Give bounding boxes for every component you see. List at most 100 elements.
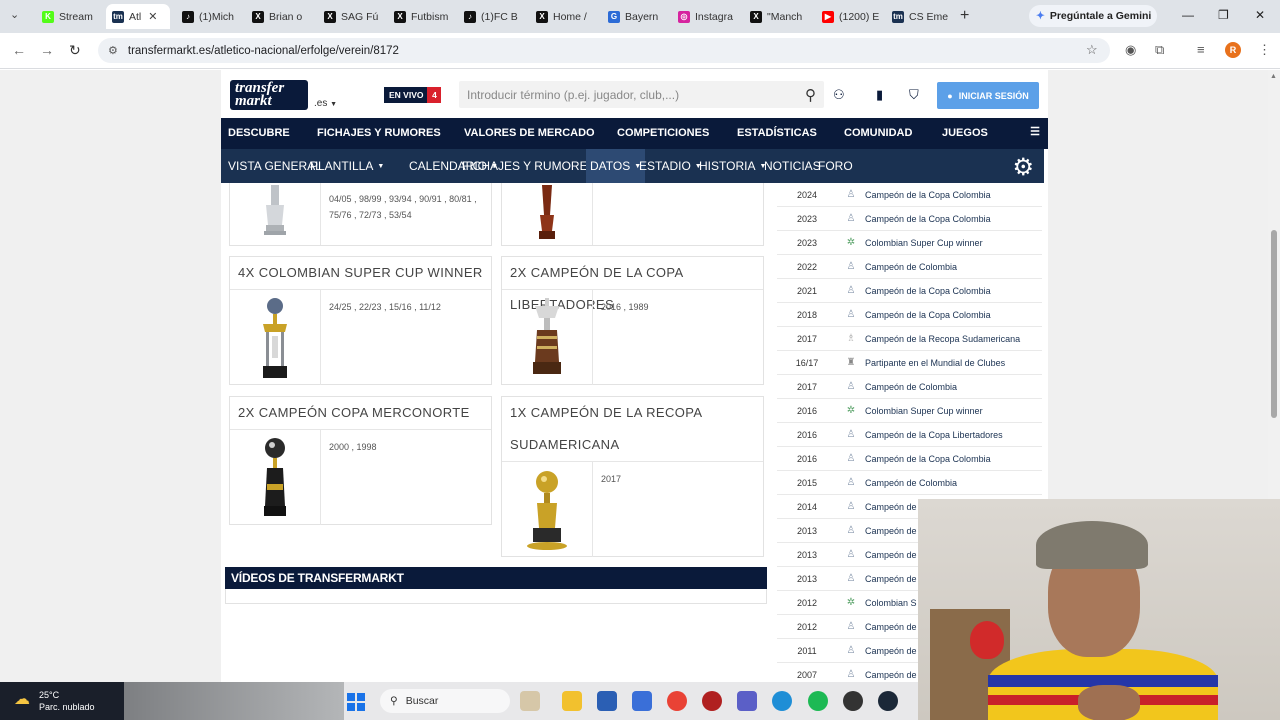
bookmark-icon[interactable]: ▮	[876, 87, 883, 103]
close-window-icon[interactable]: ✕	[1255, 8, 1265, 22]
sub-nav-item[interactable]: DATOS ▼	[586, 149, 646, 183]
teams-icon[interactable]	[737, 691, 757, 711]
scrollbar-thumb[interactable]	[1271, 230, 1277, 418]
new-tab-icon[interactable]: +	[960, 7, 969, 25]
edge-icon[interactable]	[772, 691, 792, 711]
bookmark-star-icon[interactable]: ☆	[1086, 42, 1098, 58]
honours-title-link[interactable]: Partipante en el Mundial de Clubes	[865, 358, 1005, 368]
honours-title-link[interactable]: Campeón de Colombia	[865, 262, 957, 272]
honours-title-link[interactable]: Campeón de la Copa Colombia	[865, 286, 991, 296]
honours-title-link[interactable]: Campeón de	[865, 550, 917, 560]
browser-tab[interactable]: ♪ (1)Mich	[176, 4, 242, 29]
honours-title-link[interactable]: Campeón de la Copa Colombia	[865, 190, 991, 200]
notepad-icon[interactable]	[632, 691, 652, 711]
honours-title-link[interactable]: Campeón de	[865, 574, 917, 584]
honours-row[interactable]: 2023 ✲ Colombian Super Cup winner	[777, 231, 1042, 255]
back-icon[interactable]: ←	[12, 42, 26, 58]
honours-title-link[interactable]: Campeón de la Copa Libertadores	[865, 430, 1003, 440]
honours-row[interactable]: 16/17 ♜ Partipante en el Mundial de Clubes	[777, 351, 1042, 375]
browser-tab[interactable]: X Futbism	[388, 4, 454, 29]
honours-row[interactable]: 2016 ♙ Campeón de la Copa Libertadores	[777, 423, 1042, 447]
taskbar-search[interactable]: ⚲ Buscar	[380, 689, 510, 713]
main-nav-item[interactable]: COMUNIDAD	[844, 127, 912, 139]
sub-nav-item[interactable]: HISTORIA ▼	[699, 159, 766, 173]
honours-title-link[interactable]: Colombian S	[865, 598, 917, 608]
browser-menu-icon[interactable]: ⋮	[1258, 42, 1271, 58]
word-icon[interactable]	[597, 691, 617, 711]
browser-tab[interactable]: tm CS Eme	[886, 4, 952, 29]
gear-icon[interactable]: ⚙	[1012, 153, 1034, 182]
sub-nav-item[interactable]: ESTADIO ▼	[639, 159, 702, 173]
honours-title-link[interactable]: Campeón de Colombia	[865, 382, 957, 392]
taskbar-widget-icon[interactable]	[520, 691, 540, 711]
sub-nav-item[interactable]: FORO	[818, 159, 853, 173]
honours-row[interactable]: 2022 ♙ Campeón de Colombia	[777, 255, 1042, 279]
chrome-icon[interactable]	[667, 691, 687, 711]
honours-title-link[interactable]: Colombian Super Cup winner	[865, 406, 983, 416]
honours-title-link[interactable]: Campeón de	[865, 622, 917, 632]
honours-title-link[interactable]: Campeón de la Recopa Sudamericana	[865, 334, 1020, 344]
sub-nav-item[interactable]: FICHAJES Y RUMORES▼	[462, 159, 607, 173]
player-search-icon[interactable]: ⚇	[833, 87, 845, 103]
hamburger-menu-icon[interactable]: ☰	[1030, 125, 1040, 138]
honours-row[interactable]: 2016 ♙ Campeón de la Copa Colombia	[777, 447, 1042, 471]
browser-tab[interactable]: X Brian o	[246, 4, 312, 29]
honours-row[interactable]: 2015 ♙ Campeón de Colombia	[777, 471, 1042, 495]
windows-start-icon[interactable]	[347, 693, 365, 711]
browser-tab[interactable]: ♪ (1)FC B	[458, 4, 524, 29]
main-nav-item[interactable]: COMPETICIONES	[617, 127, 709, 139]
honours-title-link[interactable]: Campeón de	[865, 526, 917, 536]
scroll-up-icon[interactable]: ▲	[1270, 73, 1277, 80]
forward-icon[interactable]: →	[40, 42, 54, 58]
login-button[interactable]: ● INICIAR SESIÓN	[937, 82, 1039, 109]
live-button[interactable]: EN VIVO 4	[384, 87, 442, 103]
search-input[interactable]: Introducir término (p.ej. jugador, club,…	[459, 81, 824, 108]
sub-nav-item[interactable]: NOTICIAS	[764, 159, 821, 173]
extension-icon[interactable]: ◉	[1125, 42, 1136, 58]
sub-nav-item[interactable]: VISTA GENERAL	[228, 159, 322, 173]
site-info-icon[interactable]: ⚙	[108, 44, 118, 57]
search-icon[interactable]: ⚲	[805, 86, 816, 104]
main-nav-item[interactable]: DESCUBRE	[228, 127, 290, 139]
address-bar[interactable]: ⚙ transfermarkt.es/atletico-nacional/erf…	[98, 38, 1110, 63]
browser-tab[interactable]: X Home /	[530, 4, 596, 29]
maximize-icon[interactable]: ❐	[1218, 8, 1229, 22]
app-icon[interactable]	[702, 691, 722, 711]
honours-row[interactable]: 2021 ♙ Campeón de la Copa Colombia	[777, 279, 1042, 303]
browser-tab[interactable]: tm Atl ✕	[106, 4, 170, 29]
main-nav-item[interactable]: JUEGOS	[942, 127, 988, 139]
main-nav-item[interactable]: FICHAJES Y RUMORES	[317, 127, 441, 139]
shield-icon[interactable]: ⛉	[909, 87, 919, 103]
media-controls-icon[interactable]: ≡	[1197, 42, 1205, 57]
browser-tab[interactable]: X "Manch	[744, 4, 810, 29]
main-nav-item[interactable]: VALORES DE MERCADO	[464, 127, 595, 139]
minimize-icon[interactable]: —	[1182, 8, 1194, 22]
honours-title-link[interactable]: Campeón de la Copa Colombia	[865, 454, 991, 464]
honours-row[interactable]: 2018 ♙ Campeón de la Copa Colombia	[777, 303, 1042, 327]
weather-widget[interactable]: ☁ 25°C Parc. nublado	[0, 682, 124, 720]
honours-title-link[interactable]: Campeón de la Copa Colombia	[865, 310, 991, 320]
steam-icon[interactable]	[878, 691, 898, 711]
honours-title-link[interactable]: Colombian Super Cup winner	[865, 238, 983, 248]
browser-tab[interactable]: G Bayern	[602, 4, 668, 29]
honours-row[interactable]: 2017 ♙ Campeón de Colombia	[777, 375, 1042, 399]
honours-row[interactable]: 2023 ♙ Campeón de la Copa Colombia	[777, 207, 1042, 231]
domain-selector[interactable]: .es ▼	[314, 98, 337, 109]
close-tab-icon[interactable]: ✕	[148, 10, 157, 23]
extensions-puzzle-icon[interactable]: ⧉	[1155, 42, 1164, 58]
reload-icon[interactable]: ↻	[69, 42, 81, 59]
honours-row[interactable]: 2017 ♗ Campeón de la Recopa Sudamericana	[777, 327, 1042, 351]
honours-row[interactable]: 2024 ♙ Campeón de la Copa Colombia	[777, 183, 1042, 207]
profile-avatar[interactable]: R	[1225, 42, 1241, 58]
transfermarkt-logo[interactable]: transfer markt	[230, 80, 308, 110]
honours-title-link[interactable]: Campeón de	[865, 670, 917, 680]
browser-tab[interactable]: ▶ (1200) E	[816, 4, 882, 29]
main-nav-item[interactable]: ESTADÍSTICAS	[737, 127, 817, 139]
browser-tab[interactable]: ◎ Instagra	[672, 4, 738, 29]
browser-tab[interactable]: X SAG Fú	[318, 4, 384, 29]
spotify-icon[interactable]	[808, 691, 828, 711]
tab-search-icon[interactable]: ⌄	[10, 8, 24, 22]
honours-title-link[interactable]: Campeón de la Copa Colombia	[865, 214, 991, 224]
app-icon[interactable]	[843, 691, 863, 711]
sub-nav-item[interactable]: PLANTILLA ▼	[310, 159, 384, 173]
